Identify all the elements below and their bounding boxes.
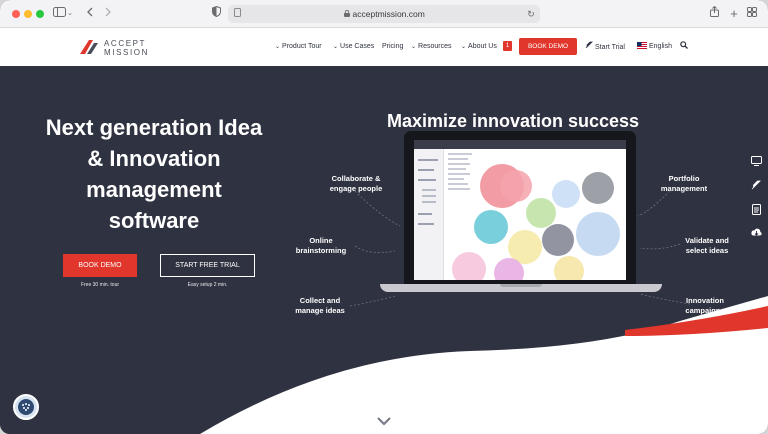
hero-book-demo-button[interactable]: BOOK DEMO <box>63 254 137 277</box>
nav-pricing[interactable]: Pricing <box>382 41 403 53</box>
logo-mark-icon <box>80 40 98 54</box>
language-selector[interactable]: English <box>637 41 672 54</box>
nav-product-tour[interactable]: ⌄ Product Tour <box>275 41 322 53</box>
hero-section: Next generation Idea & Innovation manage… <box>0 66 768 434</box>
feature-collaborate: Collaborate & engage people <box>329 174 383 193</box>
lock-icon <box>343 5 350 23</box>
url-label: acceptmission.com <box>352 9 425 19</box>
download-icon[interactable] <box>749 228 763 242</box>
chevron-down-icon[interactable]: ⌄ <box>66 6 74 22</box>
nav-label: Resources <box>418 43 452 50</box>
monitor-icon[interactable] <box>749 156 763 170</box>
free-trial-caption: Easy setup 2 min. <box>187 282 228 288</box>
accept-mission-logo[interactable]: ACCEPT MISSION <box>80 38 170 58</box>
app-topbar <box>414 140 626 149</box>
chevron-down-icon: ⌄ <box>411 44 417 50</box>
feature-validate: Validate and select ideas <box>685 236 729 255</box>
minimize-window-button[interactable] <box>24 10 32 18</box>
idea-bubble <box>554 256 584 280</box>
start-trial-label: Start Trial <box>595 44 625 51</box>
idea-bubble <box>526 198 556 228</box>
logo-text-line1: ACCEPT <box>104 39 147 48</box>
idea-bubble <box>576 212 620 256</box>
idea-bubble <box>582 172 614 204</box>
app-screenshot <box>414 140 626 280</box>
privacy-shield-icon[interactable] <box>210 5 222 22</box>
nav-resources[interactable]: ⌄ Resources <box>411 41 452 53</box>
address-bar[interactable]: acceptmission.com ↻ <box>228 5 540 23</box>
about-badge: 1 <box>503 41 512 51</box>
chevron-down-icon: ⌄ <box>461 44 467 50</box>
laptop-mockup <box>404 131 636 284</box>
feature-collect-ideas: Collect and manage ideas <box>295 296 345 315</box>
app-sidebar <box>414 149 444 280</box>
idea-bubble <box>542 224 574 256</box>
site-header: ACCEPT MISSION ⌄ Product Tour ⌄ Use Cases … <box>0 28 768 66</box>
chevron-down-icon: ⌄ <box>333 44 339 50</box>
us-flag-icon <box>637 42 649 54</box>
language-label: English <box>649 43 672 50</box>
chevron-down-icon: ⌄ <box>275 44 281 50</box>
browser-window: ⌄ acceptmission.com ↻ + ACCEPT MISSION ⌄… <box>0 0 768 434</box>
nav-label: Product Tour <box>282 43 322 50</box>
laptop-notch <box>500 284 542 287</box>
rocket-icon[interactable] <box>749 180 763 194</box>
nav-label: Pricing <box>382 43 404 50</box>
share-icon[interactable] <box>708 5 720 22</box>
feature-campaigns: Innovation campaigns <box>685 296 725 315</box>
logo-text-line2: MISSION <box>104 48 149 57</box>
hero-headline: Next generation Idea & Innovation manage… <box>45 115 263 233</box>
reload-icon[interactable]: ↻ <box>526 6 536 22</box>
idea-bubble <box>452 252 486 280</box>
start-free-trial-button[interactable]: START FREE TRIAL <box>160 254 255 277</box>
idea-bubble <box>474 210 508 244</box>
browser-toolbar: ⌄ acceptmission.com ↻ + <box>0 0 768 28</box>
tab-overview-icon[interactable] <box>746 6 758 22</box>
idea-bubble <box>500 170 532 202</box>
side-quick-actions <box>745 150 768 250</box>
app-tree-list <box>448 153 478 213</box>
document-icon[interactable] <box>749 204 763 218</box>
sidebar-icon[interactable] <box>52 6 66 22</box>
laptop-base <box>380 284 662 292</box>
nav-about-us[interactable]: ⌄ About Us <box>461 41 497 53</box>
idea-bubble <box>494 258 524 280</box>
start-trial-link[interactable]: Start Trial <box>585 41 625 54</box>
chat-widget-icon <box>18 399 34 415</box>
back-icon[interactable] <box>84 6 96 22</box>
nav-label: Use Cases <box>340 43 375 50</box>
feature-portfolio: Portfolio management <box>660 174 708 193</box>
idea-bubble <box>552 180 580 208</box>
new-tab-icon[interactable]: + <box>728 6 740 22</box>
rocket-icon <box>585 41 595 54</box>
search-icon[interactable] <box>680 41 688 54</box>
hero-right-title: Maximize innovation success <box>386 111 640 131</box>
close-window-button[interactable] <box>12 10 20 18</box>
feature-brainstorming: Online brainstorming <box>295 236 347 255</box>
zoom-window-button[interactable] <box>36 10 44 18</box>
chat-widget-button[interactable] <box>13 394 39 420</box>
forward-icon[interactable] <box>102 6 114 22</box>
book-demo-caption: Free 30 min. tour <box>80 282 120 288</box>
url-text: acceptmission.com <box>228 5 540 23</box>
book-demo-button[interactable]: BOOK DEMO <box>519 38 577 55</box>
nav-use-cases[interactable]: ⌄ Use Cases <box>333 41 374 53</box>
scroll-down-chevron-icon[interactable] <box>376 414 392 426</box>
nav-label: About Us <box>468 43 497 50</box>
